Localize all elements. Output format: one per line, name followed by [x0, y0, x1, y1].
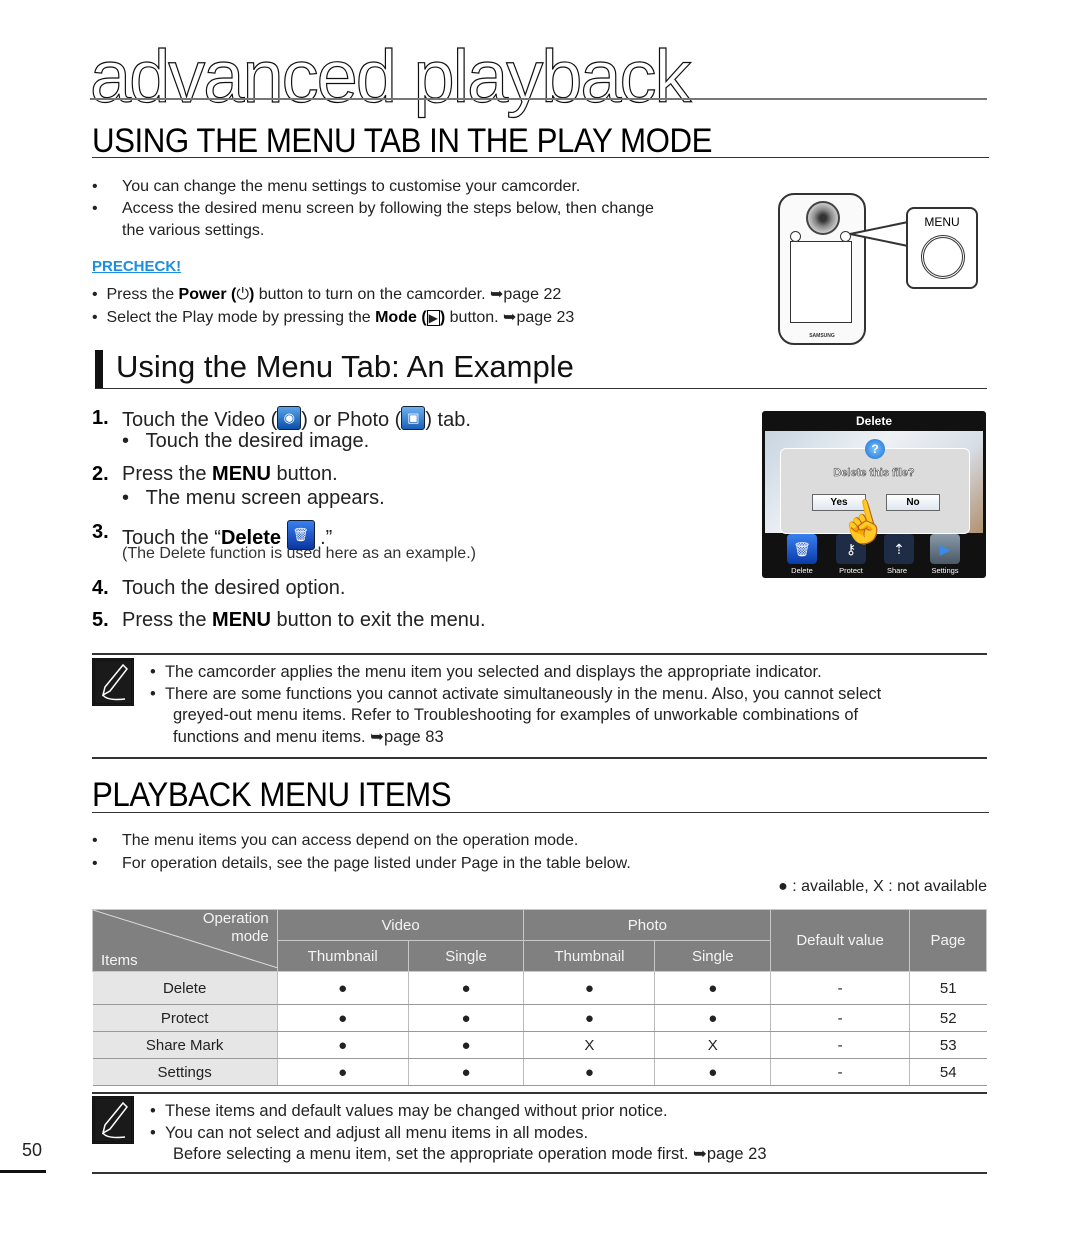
subsection-rule: [95, 388, 987, 389]
power-icon: ⏻: [236, 286, 249, 303]
header-page: Page: [909, 909, 987, 972]
section-title-playback-menu-items: PLAYBACK MENU ITEMS: [92, 776, 452, 814]
note-top-rule: [92, 653, 987, 655]
page-number-bar: [0, 1170, 46, 1173]
header-video-single: Single: [407, 940, 525, 972]
tile-label: Settings: [931, 566, 959, 575]
precheck-item-mode: • Select the Play mode by pressing the M…: [92, 309, 575, 326]
lens-icon: [806, 201, 840, 235]
step-2-sub: • The menu screen appears.: [122, 487, 385, 509]
settings-tile-icon[interactable]: ▶: [930, 534, 960, 564]
header-default-value: Default value: [770, 909, 911, 972]
section-rule: [92, 157, 989, 158]
section-rule: [92, 812, 989, 813]
heading-bar: [95, 350, 103, 388]
step-1: 1. Touch the Video (◉) or Photo (▣) tab.: [92, 406, 471, 431]
menu-button-callout: MENU: [906, 207, 978, 289]
precheck-item-power: • Press the Power (⏻) button to turn on …: [92, 286, 562, 303]
photo-tab-icon: ▣: [401, 406, 426, 430]
dialog-message: Delete this file?: [833, 467, 915, 480]
tile-label: Delete: [791, 566, 813, 575]
note-2: • These items and default values may be …: [150, 1102, 767, 1163]
play-icon: ▶: [426, 310, 440, 326]
camcorder-illustration: SAMSUNG: [778, 193, 866, 345]
camcorder-screen: [790, 241, 852, 323]
table-row: Settings ● ● ● ● - 54: [92, 1058, 987, 1086]
note-top-rule: [92, 1092, 987, 1094]
section-title-menu-tab: USING THE MENU TAB IN THE PLAY MODE: [92, 122, 713, 160]
page-link[interactable]: ➥page 22: [490, 286, 561, 303]
step-3: 3. Touch the “Delete 🗑 .”: [92, 520, 333, 550]
table-corner-header: Operation mode Items: [92, 909, 278, 972]
header-video: Video: [276, 909, 525, 941]
header-photo: Photo: [523, 909, 772, 941]
brand-label: SAMSUNG: [809, 333, 835, 339]
precheck-label: PRECHECK!: [92, 258, 182, 275]
table-row: Delete ● ● ● ● - 51: [92, 971, 987, 1005]
header-photo-single: Single: [654, 940, 772, 972]
step-3-note: (The Delete function is used here as an …: [122, 545, 476, 562]
page-link[interactable]: ➥page 23: [503, 309, 574, 326]
note-bottom-rule: [92, 757, 987, 759]
note-bottom-rule: [92, 1172, 987, 1174]
step-5: 5. Press the MENU button to exit the men…: [92, 609, 486, 631]
table-legend: ● : available, X : not available: [778, 878, 987, 895]
note-pencil-icon: [92, 1096, 134, 1144]
step-1-sub: • Touch the desired image.: [122, 430, 370, 452]
callout-pointer: [849, 221, 909, 247]
table-row: Share Mark ● ● X X - 53: [92, 1031, 987, 1059]
note-1: • The camcorder applies the menu item yo…: [150, 663, 882, 746]
playback-menu-table: Operation mode Items Video Photo Default…: [92, 909, 987, 1086]
screen-title: Delete: [855, 414, 893, 428]
header-photo-thumbnail: Thumbnail: [523, 940, 656, 972]
chapter-rule: [90, 98, 987, 100]
video-tab-icon: ◉: [277, 406, 302, 430]
delete-screen-mockup: Delete ? Delete this file? Yes No 🗑 ⚷ ⇡ …: [762, 411, 986, 578]
menu-button-icon: [921, 235, 965, 279]
question-icon: ?: [865, 439, 885, 459]
step-4: 4. Touch the desired option.: [92, 577, 346, 599]
table-row: Protect ● ● ● ● - 52: [92, 1004, 987, 1032]
no-button[interactable]: No: [886, 494, 940, 511]
note-pencil-icon: [92, 658, 134, 706]
header-video-thumbnail: Thumbnail: [276, 940, 409, 972]
tile-label: Share: [886, 566, 907, 575]
tile-label: Protect: [839, 566, 863, 575]
step-2: 2. Press the MENU button.: [92, 463, 338, 485]
page-number: 50: [22, 1140, 43, 1160]
delete-tile-icon[interactable]: 🗑: [787, 534, 817, 564]
chapter-title: advanced playback: [89, 35, 692, 118]
subsection-title: Using the Menu Tab: An Example: [116, 349, 574, 384]
